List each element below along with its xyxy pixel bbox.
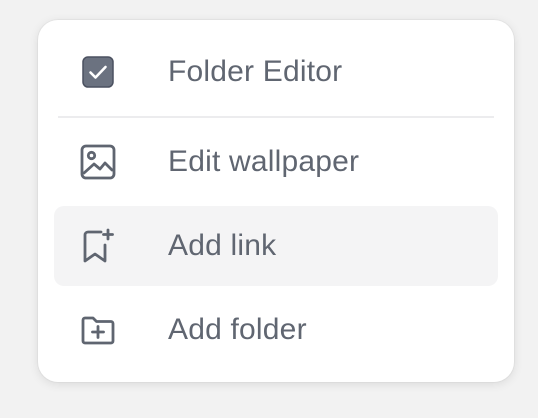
menu-item-label: Edit wallpaper [168, 145, 360, 178]
menu-item-folder-editor[interactable]: Folder Editor [54, 32, 498, 112]
menu-item-add-link[interactable]: Add link [54, 206, 498, 286]
bookmark-plus-icon [79, 227, 117, 265]
menu-item-add-folder[interactable]: Add folder [54, 290, 498, 370]
menu-divider [58, 116, 494, 118]
checkbox-checked-icon[interactable] [79, 53, 117, 91]
folder-plus-icon [79, 311, 117, 349]
menu-item-label: Add link [168, 229, 277, 262]
context-menu: Folder Editor Edit wallpaper Add link Ad… [38, 20, 514, 382]
menu-item-label: Folder Editor [168, 55, 343, 88]
menu-item-label: Add folder [168, 313, 307, 346]
menu-item-edit-wallpaper[interactable]: Edit wallpaper [54, 122, 498, 202]
image-icon [79, 143, 117, 181]
